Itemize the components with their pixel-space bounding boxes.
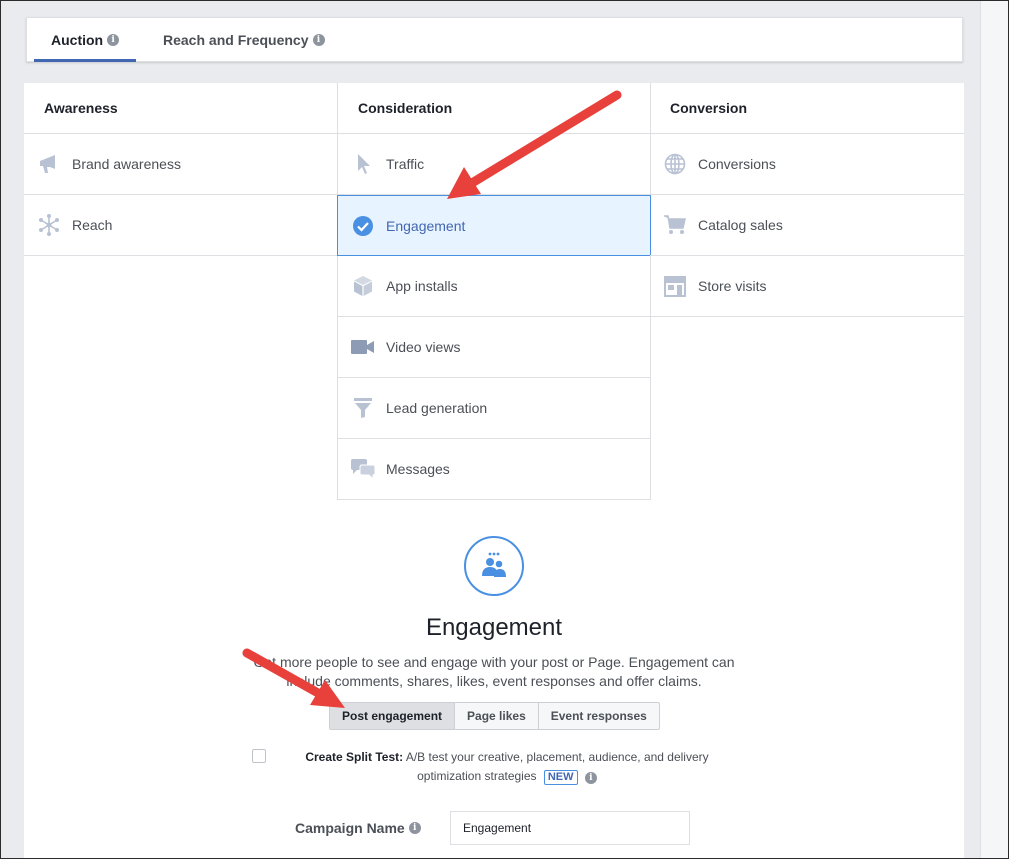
globe-icon xyxy=(662,151,688,177)
objective-reach[interactable]: Reach xyxy=(24,195,338,256)
objective-label: Brand awareness xyxy=(72,156,181,172)
objective-label: Lead generation xyxy=(386,400,488,416)
objective-store-visits[interactable]: Store visits xyxy=(650,256,964,317)
objective-lead-generation[interactable]: Lead generation xyxy=(337,378,651,439)
box-icon xyxy=(350,273,376,299)
objective-engagement[interactable]: Engagement xyxy=(337,195,651,256)
tab-auction[interactable]: Auction i xyxy=(33,18,137,62)
column-header: Conversion xyxy=(650,83,964,134)
new-badge: NEW xyxy=(543,770,578,785)
objective-conversions[interactable]: Conversions xyxy=(650,134,964,195)
split-test-text: Create Split Test: A/B test your creativ… xyxy=(292,748,722,786)
page-scroll-strip xyxy=(980,0,1009,859)
objective-label: Conversions xyxy=(698,156,776,172)
campaign-name-label: Campaign Name i xyxy=(295,820,421,836)
objective-label: Catalog sales xyxy=(698,217,783,233)
info-icon[interactable]: i xyxy=(408,822,421,834)
objective-label: Messages xyxy=(386,461,450,477)
store-icon xyxy=(662,273,688,299)
column-conversion: Conversion Conversions Catalog sales Sto… xyxy=(650,83,964,317)
objective-label: Video views xyxy=(386,339,461,355)
cart-icon xyxy=(662,212,688,238)
chat-bubbles-icon xyxy=(350,456,376,482)
objective-video-views[interactable]: Video views xyxy=(337,317,651,378)
video-camera-icon xyxy=(350,334,376,360)
info-icon[interactable]: i xyxy=(584,772,597,784)
tab-auction-label: Auction xyxy=(51,32,104,48)
subtab-post-engagement[interactable]: Post engagement xyxy=(330,703,456,729)
column-consideration: Consideration Traffic Engagement App ins… xyxy=(337,83,651,500)
objective-grid: Awareness Brand awareness Reach Consider… xyxy=(24,83,964,859)
objective-messages[interactable]: Messages xyxy=(337,439,651,500)
info-icon[interactable]: i xyxy=(107,34,120,46)
column-header: Consideration xyxy=(337,83,651,134)
tab-reach-and-frequency[interactable]: Reach and Frequency i xyxy=(163,18,325,62)
subtab-page-likes[interactable]: Page likes xyxy=(455,703,539,729)
objective-label: Engagement xyxy=(386,217,466,234)
objective-catalog-sales[interactable]: Catalog sales xyxy=(650,195,964,256)
campaign-name-input[interactable] xyxy=(450,811,690,845)
reach-icon xyxy=(36,212,62,238)
buying-type-tabs: Auction i Reach and Frequency i xyxy=(26,17,963,62)
objective-app-installs[interactable]: App installs xyxy=(337,256,651,317)
megaphone-icon xyxy=(36,151,62,177)
people-icon xyxy=(464,536,524,596)
split-test-checkbox[interactable] xyxy=(252,749,266,763)
objective-brand-awareness[interactable]: Brand awareness xyxy=(24,134,338,195)
objective-label: Store visits xyxy=(698,278,767,294)
objective-label: App installs xyxy=(386,278,458,294)
objective-traffic[interactable]: Traffic xyxy=(337,134,651,195)
tab-reach-frequency-label: Reach and Frequency xyxy=(163,32,309,48)
info-icon[interactable]: i xyxy=(312,34,325,46)
objective-description: Get more people to see and engage with y… xyxy=(253,654,735,689)
column-header: Awareness xyxy=(24,83,338,134)
funnel-icon xyxy=(350,395,376,421)
subtab-event-responses[interactable]: Event responses xyxy=(539,703,659,729)
engagement-type-selector: Post engagement Page likes Event respons… xyxy=(329,702,660,730)
column-awareness: Awareness Brand awareness Reach xyxy=(24,83,338,256)
objective-label: Reach xyxy=(72,217,113,233)
objective-label: Traffic xyxy=(386,156,425,172)
cursor-icon xyxy=(350,151,376,177)
objective-title: Engagement xyxy=(425,614,563,641)
campaign-name-text: Campaign Name xyxy=(295,820,405,836)
split-test-label: Create Split Test: xyxy=(305,750,404,764)
check-circle-icon xyxy=(350,213,376,239)
